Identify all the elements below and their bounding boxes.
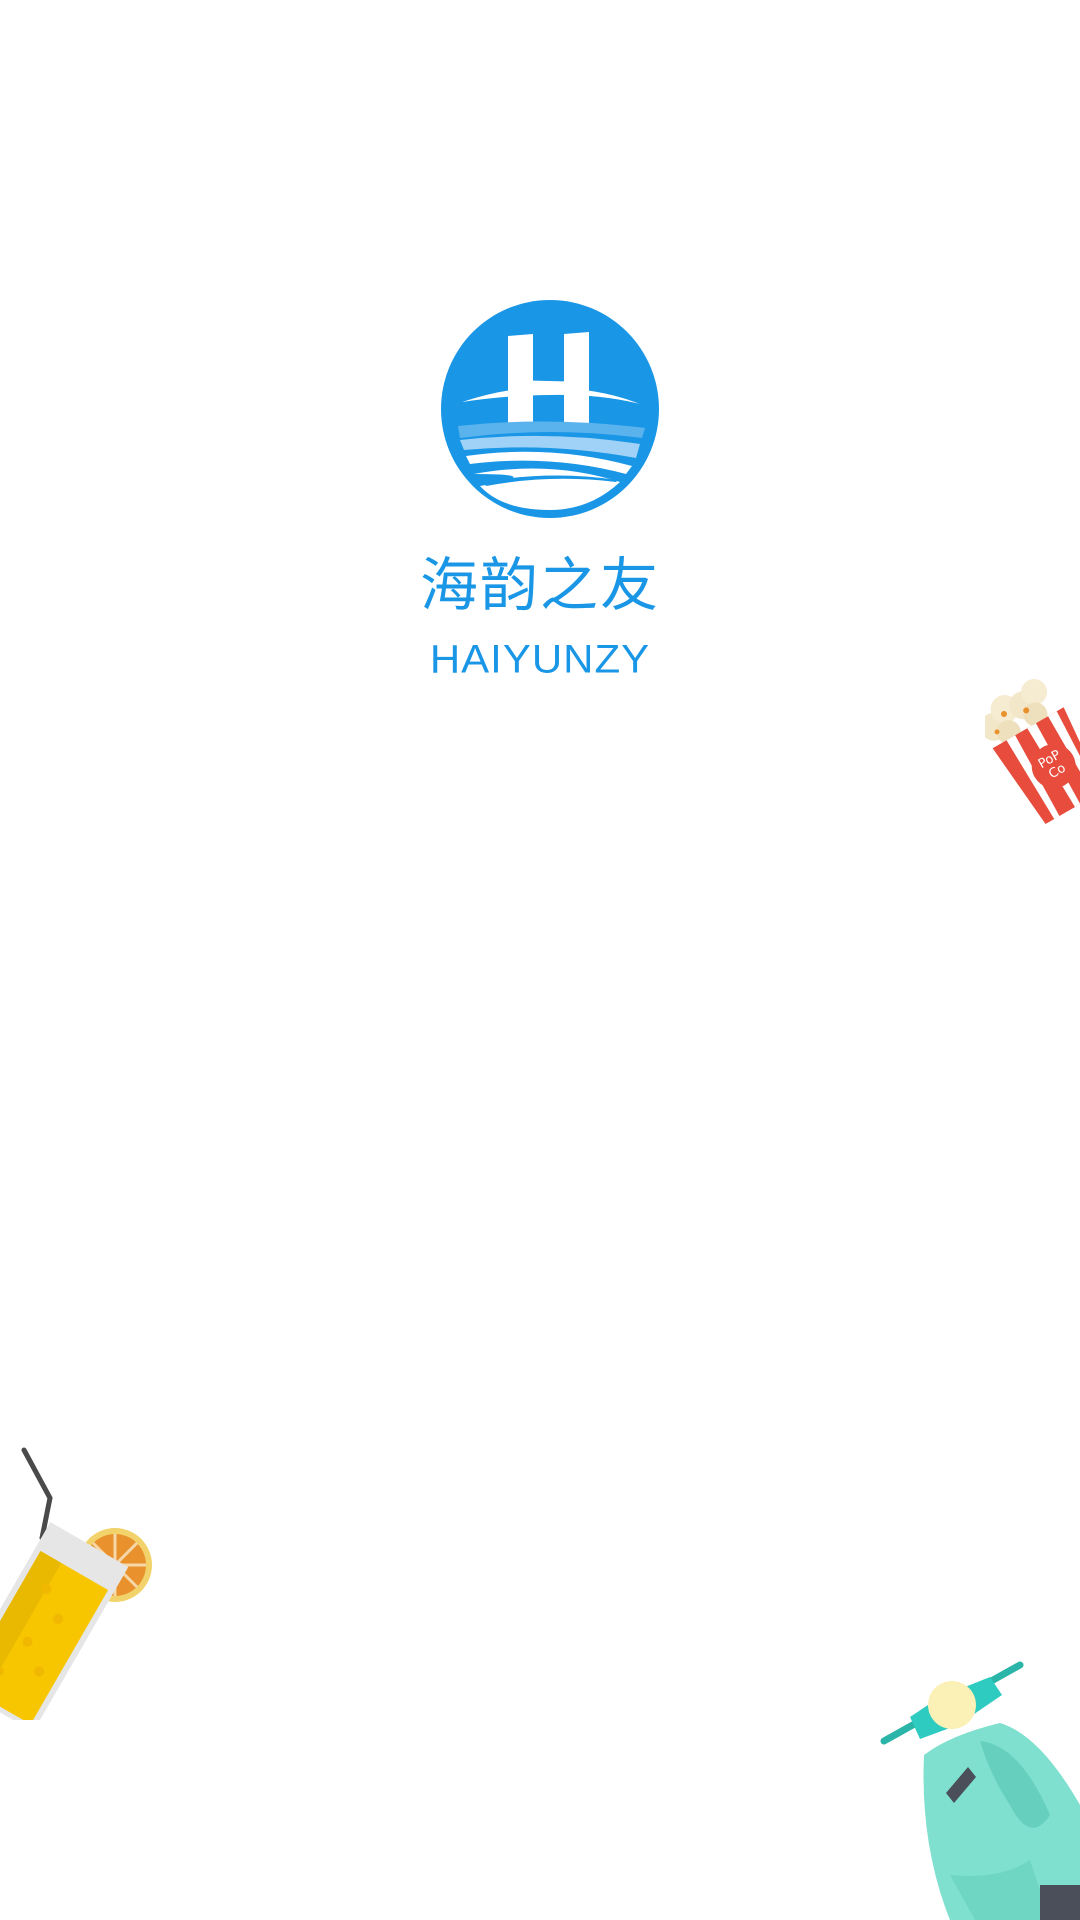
- haiyun-logo-icon: [441, 300, 659, 518]
- juice-glass-illustration: [0, 1447, 152, 1720]
- brand-name-chinese: 海韵之友: [419, 551, 660, 619]
- scooter-illustration: [880, 1661, 1080, 1920]
- popcorn-illustration: PoP Co: [985, 679, 1080, 824]
- splash-screen: 海韵之友 HAIYUNZY PoP Co: [0, 0, 1080, 1920]
- brand-name-english: HAIYUNZY: [429, 636, 651, 681]
